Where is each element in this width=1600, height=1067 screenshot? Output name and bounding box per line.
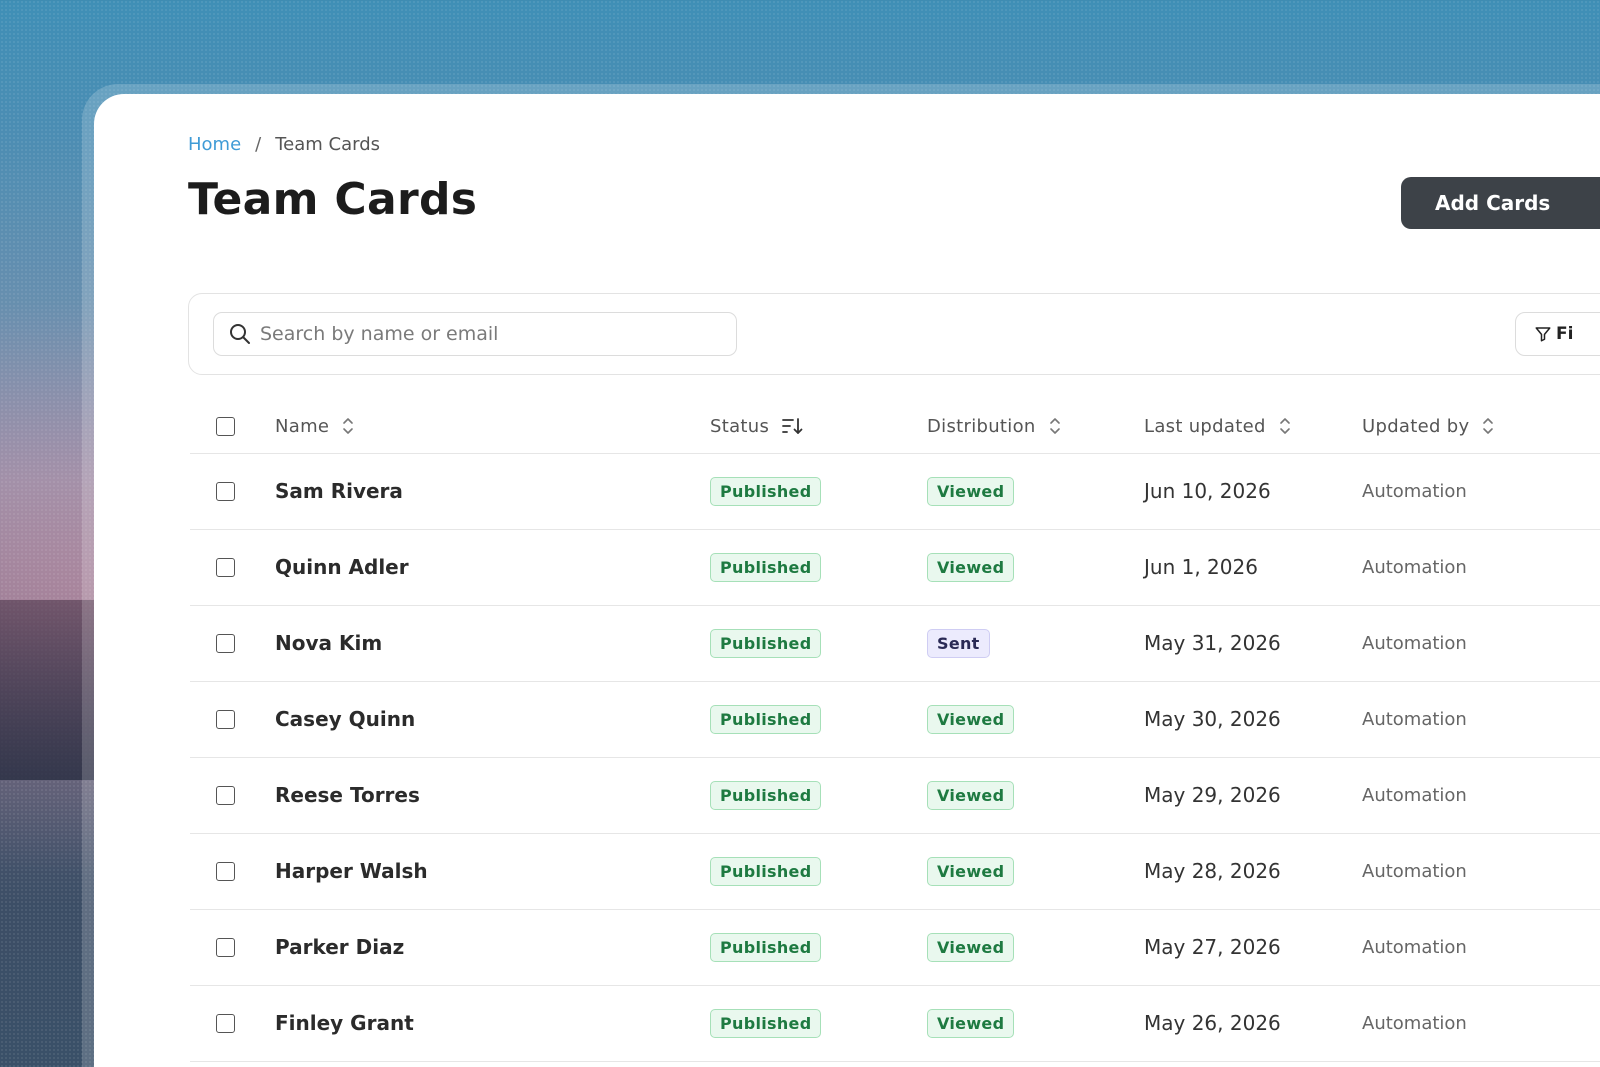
- row-checkbox[interactable]: [216, 862, 235, 881]
- row-updated-by: Automation: [1362, 453, 1600, 530]
- row-checkbox[interactable]: [216, 1014, 235, 1033]
- distribution-badge: Viewed: [927, 552, 1015, 582]
- filter-button-label: Fi: [1556, 324, 1574, 344]
- cards-table: Name Status Distribution Last updated Up…: [190, 400, 1600, 1062]
- row-last-updated: Jun 1, 2026: [1144, 529, 1362, 606]
- search-icon: [230, 324, 250, 344]
- row-checkbox[interactable]: [216, 634, 235, 653]
- page-title: Team Cards: [188, 174, 478, 225]
- status-badge: Published: [710, 932, 822, 962]
- table-row[interactable]: Finley Grant Published Viewed May 26, 20…: [190, 985, 1600, 1062]
- row-updated-by: Automation: [1362, 909, 1600, 986]
- toolbar: Fi: [188, 293, 1600, 375]
- row-checkbox[interactable]: [216, 482, 235, 501]
- status-badge: Published: [710, 856, 822, 886]
- sort-updown-icon: [1279, 418, 1290, 435]
- row-name[interactable]: Casey Quinn: [275, 681, 710, 758]
- filter-button[interactable]: Fi: [1515, 312, 1600, 356]
- filter-icon: [1535, 327, 1551, 342]
- column-header-status[interactable]: Status: [710, 400, 927, 454]
- row-last-updated: May 30, 2026: [1144, 681, 1362, 758]
- table-row[interactable]: Quinn Adler Published Viewed Jun 1, 2026…: [190, 529, 1600, 606]
- header-select-cell: [190, 400, 275, 454]
- select-all-checkbox[interactable]: [216, 417, 235, 437]
- row-name[interactable]: Quinn Adler: [275, 529, 710, 606]
- distribution-badge: Sent: [927, 628, 990, 658]
- status-badge: Published: [710, 476, 822, 506]
- row-name[interactable]: Reese Torres: [275, 757, 710, 834]
- sort-updown-icon: [343, 418, 354, 435]
- column-header-distribution-label: Distribution: [927, 415, 1036, 437]
- table-body: Sam Rivera Published Viewed Jun 10, 2026…: [190, 453, 1600, 1062]
- table-row[interactable]: Parker Diaz Published Viewed May 27, 202…: [190, 909, 1600, 986]
- row-checkbox[interactable]: [216, 938, 235, 957]
- row-last-updated: Jun 10, 2026: [1144, 453, 1362, 530]
- distribution-badge: Viewed: [927, 704, 1015, 734]
- row-name[interactable]: Finley Grant: [275, 985, 710, 1062]
- search-input[interactable]: [260, 316, 720, 352]
- table-row[interactable]: Harper Walsh Published Viewed May 28, 20…: [190, 833, 1600, 910]
- column-header-distribution[interactable]: Distribution: [927, 400, 1144, 454]
- table-row[interactable]: Reese Torres Published Viewed May 29, 20…: [190, 757, 1600, 834]
- column-header-status-label: Status: [710, 415, 770, 437]
- breadcrumb-separator: /: [255, 134, 262, 155]
- table-row[interactable]: Casey Quinn Published Viewed May 30, 202…: [190, 681, 1600, 758]
- sort-descending-icon: [782, 418, 803, 435]
- status-badge: Published: [710, 1008, 822, 1038]
- row-checkbox[interactable]: [216, 710, 235, 729]
- column-header-last-updated-label: Last updated: [1144, 415, 1266, 437]
- distribution-badge: Viewed: [927, 932, 1015, 962]
- main-panel: Home / Team Cards Team Cards Add Cards F…: [94, 94, 1600, 1067]
- status-badge: Published: [710, 552, 822, 582]
- row-updated-by: Automation: [1362, 681, 1600, 758]
- column-header-updated-by[interactable]: Updated by: [1362, 400, 1600, 454]
- sort-updown-icon: [1483, 418, 1494, 435]
- add-cards-button[interactable]: Add Cards: [1401, 177, 1600, 229]
- sort-updown-icon: [1049, 418, 1060, 435]
- distribution-badge: Viewed: [927, 856, 1015, 886]
- row-updated-by: Automation: [1362, 985, 1600, 1062]
- row-name[interactable]: Nova Kim: [275, 605, 710, 682]
- column-header-name[interactable]: Name: [275, 400, 710, 454]
- table-row[interactable]: Sam Rivera Published Viewed Jun 10, 2026…: [190, 453, 1600, 530]
- breadcrumb: Home / Team Cards: [188, 134, 380, 155]
- column-header-updated-by-label: Updated by: [1362, 415, 1470, 437]
- breadcrumb-home-link[interactable]: Home: [188, 134, 241, 155]
- row-updated-by: Automation: [1362, 757, 1600, 834]
- row-name[interactable]: Sam Rivera: [275, 453, 710, 530]
- distribution-badge: Viewed: [927, 476, 1015, 506]
- row-name[interactable]: Parker Diaz: [275, 909, 710, 986]
- distribution-badge: Viewed: [927, 780, 1015, 810]
- distribution-badge: Viewed: [927, 1008, 1015, 1038]
- row-last-updated: May 31, 2026: [1144, 605, 1362, 682]
- status-badge: Published: [710, 628, 822, 658]
- row-last-updated: May 29, 2026: [1144, 757, 1362, 834]
- table-header-row: Name Status Distribution Last updated Up…: [190, 400, 1600, 454]
- row-last-updated: May 28, 2026: [1144, 833, 1362, 910]
- column-header-name-label: Name: [275, 415, 330, 437]
- row-checkbox[interactable]: [216, 558, 235, 577]
- search-box[interactable]: [213, 312, 737, 356]
- row-checkbox[interactable]: [216, 786, 235, 805]
- status-badge: Published: [710, 704, 822, 734]
- background-skyline: [0, 600, 95, 780]
- row-updated-by: Automation: [1362, 833, 1600, 910]
- status-badge: Published: [710, 780, 822, 810]
- row-last-updated: May 26, 2026: [1144, 985, 1362, 1062]
- column-header-last-updated[interactable]: Last updated: [1144, 400, 1362, 454]
- row-last-updated: May 27, 2026: [1144, 909, 1362, 986]
- table-row[interactable]: Nova Kim Published Sent May 31, 2026 Aut…: [190, 605, 1600, 682]
- row-updated-by: Automation: [1362, 605, 1600, 682]
- row-name[interactable]: Harper Walsh: [275, 833, 710, 910]
- row-updated-by: Automation: [1362, 529, 1600, 606]
- breadcrumb-current: Team Cards: [275, 134, 381, 155]
